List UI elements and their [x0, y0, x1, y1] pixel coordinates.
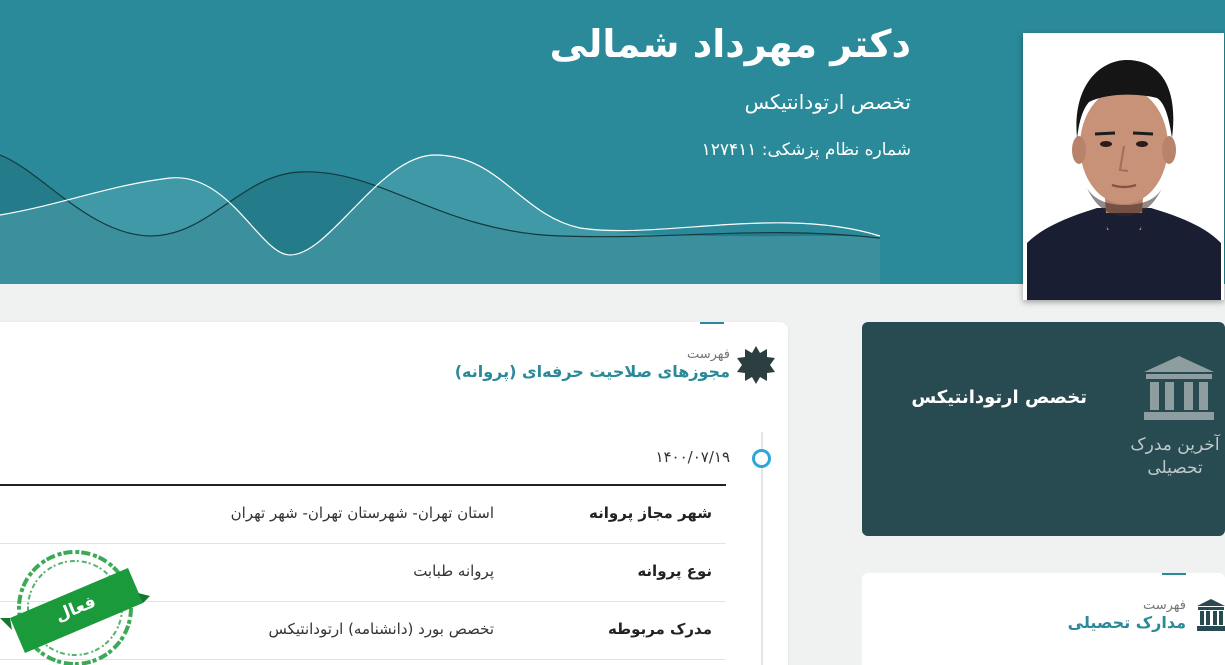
university-building-icon [1197, 599, 1225, 631]
row-label-degree: مدرک مربوطه [607, 620, 712, 638]
latest-education-card[interactable]: تخصص ارتودانتیکس آخرین مدرک تحصیلی [862, 322, 1225, 536]
university-building-icon [1144, 356, 1214, 420]
row-value-type: پروانه طبابت [413, 562, 494, 580]
active-status-stamp: فعال [0, 550, 150, 665]
badge-seal-icon [737, 346, 775, 384]
doctor-name: دکتر مهرداد شمالی [549, 22, 911, 66]
licenses-title: مجوزهای صلاحیت حرفه‌ای (پروانه) [454, 362, 730, 381]
doctor-portrait-image [1027, 38, 1221, 300]
row-label-city: شهر مجاز پروانه [589, 504, 712, 522]
education-subtitle: فهرست [1142, 598, 1186, 613]
doctor-specialty: تخصص ارتودانتیکس [744, 90, 911, 114]
row-value-degree: تخصص بورد (دانشنامه) ارتودانتیکس [268, 620, 495, 638]
licenses-section-header: فهرست مجوزهای صلاحیت حرفه‌ای (پروانه) [430, 347, 730, 381]
timeline-dot [752, 449, 771, 468]
latest-education-caption: آخرین مدرک تحصیلی [1130, 435, 1220, 478]
license-date: ۱۴۰۰/۰۷/۱۹ [655, 448, 730, 466]
education-title: مدارک تحصیلی [1067, 613, 1186, 632]
education-card-accent-line [1162, 573, 1186, 575]
row-label-type: نوع پروانه [637, 562, 712, 580]
row-value-city: استان تهران- شهرستان تهران- شهر تهران [230, 504, 494, 522]
latest-education-specialty: تخصص ارتودانتیکس [911, 387, 1087, 408]
medical-number: شماره نظام پزشکی: ۱۲۷۴۱۱ [701, 140, 911, 160]
card-accent-line [700, 322, 724, 324]
education-section-header: فهرست مدارک تحصیلی [1000, 598, 1186, 632]
licenses-subtitle: فهرست [686, 347, 730, 362]
table-row: شهر مجاز پروانه استان تهران- شهرستان تهر… [0, 486, 726, 544]
doctor-photo [1023, 33, 1224, 300]
